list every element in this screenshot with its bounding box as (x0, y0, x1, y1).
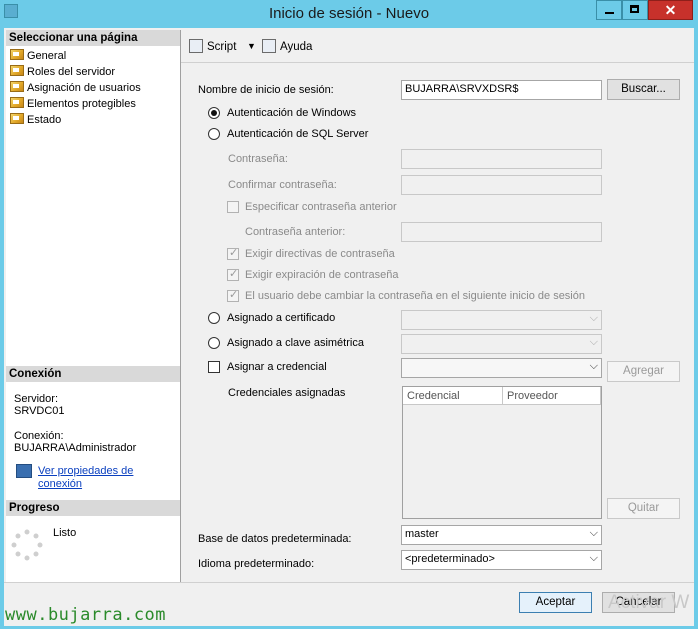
certificate-select[interactable] (401, 310, 602, 330)
old-password-label: Contraseña anterior: (245, 226, 346, 238)
credential-select[interactable] (401, 358, 602, 378)
help-icon (262, 39, 276, 53)
asym-key-select[interactable] (401, 334, 602, 354)
script-button[interactable]: Script (189, 39, 236, 53)
enforce-policy-label: Exigir directivas de contraseña (245, 248, 395, 260)
default-db-label: Base de datos predeterminada: (198, 533, 352, 545)
activate-windows-watermark: Activar W (608, 592, 690, 613)
left-pane: Seleccionar una página General Roles del… (6, 30, 181, 582)
properties-icon (16, 464, 32, 478)
connection-label: Conexión: (14, 430, 64, 442)
map-credential-checkbox[interactable] (208, 361, 220, 373)
enforce-policy-checkbox[interactable] (227, 246, 239, 260)
nav-item-status[interactable]: Estado (10, 112, 61, 128)
enforce-expiration-label: Exigir expiración de contraseña (245, 269, 399, 281)
default-lang-select[interactable]: <predeterminado> (401, 550, 602, 570)
confirm-password-input[interactable] (401, 175, 602, 195)
maximize-button[interactable] (622, 0, 648, 20)
default-lang-label: Idioma predeterminado: (198, 558, 315, 570)
site-watermark: www.bujarra.com (5, 605, 167, 625)
old-password-input[interactable] (401, 222, 602, 242)
connection-value: BUJARRA\Administrador (14, 442, 137, 454)
map-credential-label: Asignar a credencial (227, 361, 327, 373)
page-icon (10, 113, 24, 124)
page-icon (10, 97, 24, 108)
confirm-password-label: Confirmar contraseña: (228, 179, 337, 191)
script-icon (189, 39, 203, 53)
close-button[interactable]: ✕ (648, 0, 693, 20)
specify-old-password-checkbox[interactable] (227, 201, 239, 213)
view-connection-properties-link[interactable]: Ver propiedades de (38, 465, 133, 477)
connection-header: Conexión (6, 366, 180, 382)
nav-item-user-mapping[interactable]: Asignación de usuarios (10, 80, 141, 96)
mapped-certificate-radio[interactable] (208, 312, 220, 324)
windows-auth-label: Autenticación de Windows (227, 107, 357, 119)
mapped-credentials-table[interactable]: Credencial Proveedor (402, 386, 602, 519)
sql-auth-radio[interactable] (208, 128, 220, 140)
must-change-checkbox[interactable] (227, 288, 239, 302)
page-icon (10, 49, 24, 60)
column-header-credential[interactable]: Credencial (403, 387, 503, 405)
nav-item-securables[interactable]: Elementos protegibles (10, 96, 136, 112)
view-connection-properties-link-2[interactable]: conexión (38, 478, 82, 490)
windows-auth-radio[interactable] (208, 107, 220, 119)
column-header-provider[interactable]: Proveedor (503, 387, 601, 405)
close-icon: ✕ (664, 2, 677, 18)
login-name-input[interactable]: BUJARRA\SRVXDSR$ (401, 80, 602, 100)
password-input[interactable] (401, 149, 602, 169)
mapped-asym-key-label: Asignado a clave asimétrica (227, 337, 364, 349)
script-dropdown-arrow-icon[interactable]: ▼ (247, 41, 256, 51)
server-value: SRVDC01 (14, 405, 65, 417)
must-change-label: El usuario debe cambiar la contraseña en… (245, 290, 585, 302)
progress-spinner-icon (11, 529, 43, 561)
search-button[interactable]: Buscar... (607, 79, 680, 100)
window-title: Inicio de sesión - Nuevo (268, 5, 430, 22)
nav-item-server-roles[interactable]: Roles del servidor (10, 64, 115, 80)
progress-header: Progreso (6, 500, 180, 516)
minimize-button[interactable] (596, 0, 622, 20)
login-name-label: Nombre de inicio de sesión: (198, 84, 334, 96)
page-icon (10, 65, 24, 76)
help-button[interactable]: Ayuda (262, 39, 312, 53)
page-icon (10, 81, 24, 92)
mapped-asym-key-radio[interactable] (208, 337, 220, 349)
toolbar: Script ▼ Ayuda (181, 30, 694, 63)
server-label: Servidor: (14, 393, 59, 405)
mapped-certificate-label: Asignado a certificado (227, 312, 336, 324)
progress-status: Listo (53, 527, 77, 539)
ok-button[interactable]: Aceptar (519, 592, 592, 613)
password-label: Contraseña: (228, 153, 288, 165)
add-credential-button[interactable]: Agregar (607, 361, 680, 382)
specify-old-password-label: Especificar contraseña anterior (245, 201, 397, 213)
mapped-credentials-label: Credenciales asignadas (228, 387, 346, 399)
nav-item-general[interactable]: General (10, 48, 66, 64)
remove-credential-button[interactable]: Quitar (607, 498, 680, 519)
enforce-expiration-checkbox[interactable] (227, 267, 239, 281)
default-db-select[interactable]: master (401, 525, 602, 545)
sql-auth-label: Autenticación de SQL Server (227, 128, 369, 140)
select-page-header: Seleccionar una página (6, 30, 180, 46)
